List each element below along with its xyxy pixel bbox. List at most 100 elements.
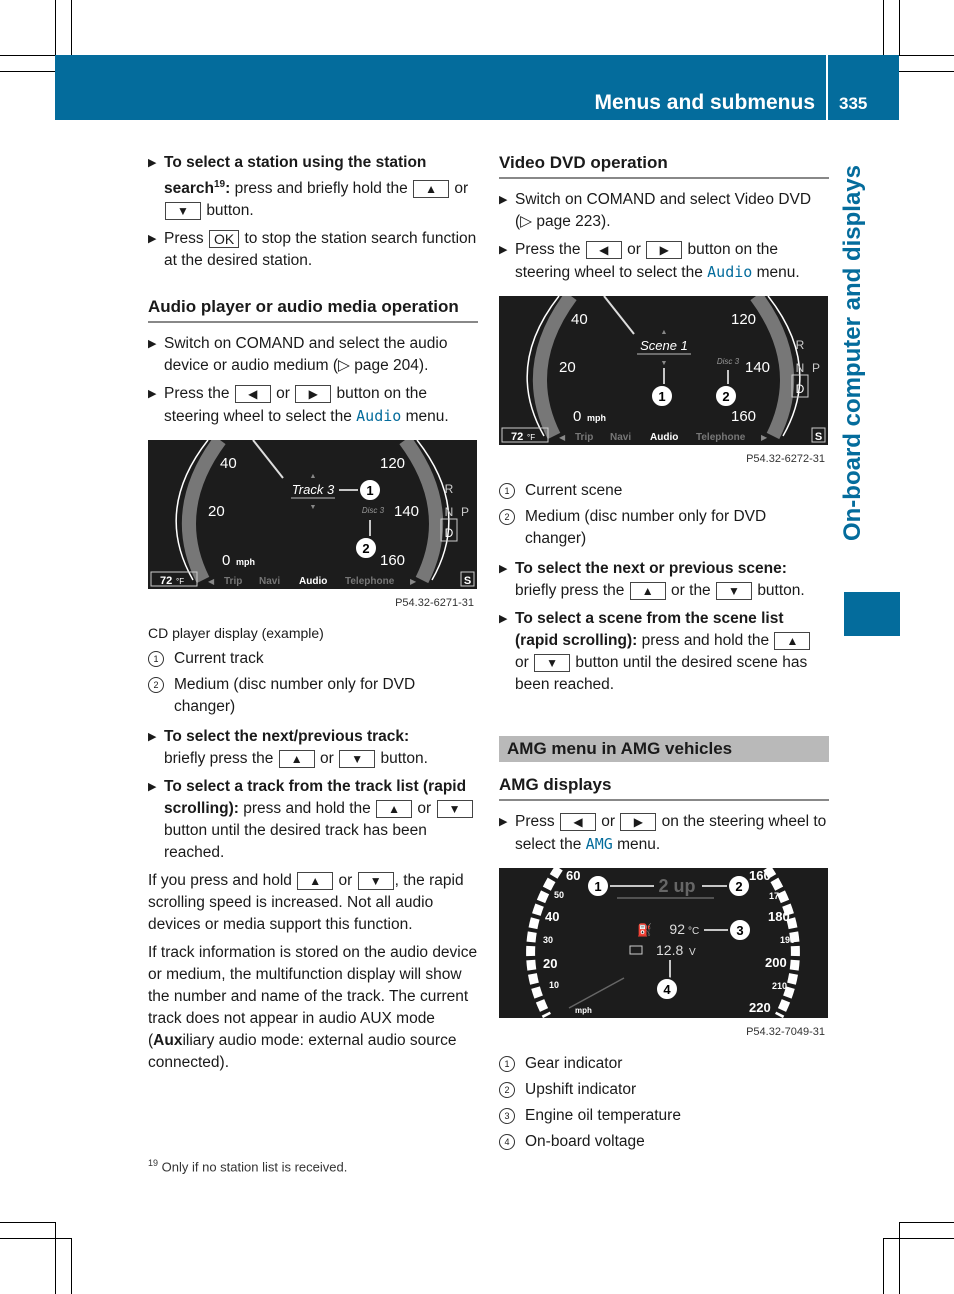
or-text: or	[320, 750, 334, 768]
oil-temp-icon: ⛽	[637, 923, 652, 937]
speed-unit: mph	[587, 413, 606, 423]
speed-label: 220	[749, 1000, 771, 1015]
cd-player-display-figure: 40 20 0 mph 120 140 160 ▲ Track 3 ▼ Disc…	[148, 435, 477, 590]
amg-cluster-display: 60 50 40 30 20 10 mph 160 170 180 190 20…	[499, 865, 828, 1019]
temp-unit: °F	[176, 577, 184, 586]
scene-name: Scene 1	[640, 338, 688, 353]
footnote-number: 19	[148, 1158, 159, 1168]
gear-r: R	[445, 482, 454, 496]
speed-label: 120	[380, 455, 405, 472]
svg-text:1: 1	[658, 389, 665, 404]
instruction-next-scene: ▶ To select the next or previous scene: …	[499, 558, 829, 602]
s-badge: S	[815, 431, 822, 443]
gear-r: R	[796, 338, 805, 352]
paragraph-rapid-scrolling: If you press and hold ▲ or ▼, the rapid …	[148, 870, 478, 936]
instruction-text: Press the	[515, 241, 581, 258]
bullet-arrow-icon: ▶	[499, 244, 508, 256]
legend-number: 3	[499, 1108, 515, 1124]
instruction-text: menu.	[405, 408, 449, 426]
instruction-text: briefly press the	[164, 750, 274, 768]
legend-text: Current scene	[525, 482, 623, 499]
svg-text:2: 2	[735, 879, 742, 894]
legend-text: Medium (disc number only for DVD changer…	[525, 508, 767, 547]
speed-label: 190	[780, 935, 795, 945]
instruction-text: press and hold the	[641, 632, 770, 649]
temp-unit: °F	[527, 433, 535, 442]
heading-amg-displays: AMG displays	[499, 774, 829, 801]
legend-item: 4 On-board voltage	[499, 1131, 829, 1153]
ok-key: OK	[208, 230, 240, 249]
menu-name: Audio	[707, 263, 753, 281]
menu-item-trip: Trip	[224, 576, 242, 587]
down-key: ▼	[534, 653, 571, 672]
menu-prev-icon: ◀	[559, 433, 566, 442]
svg-text:3: 3	[736, 923, 743, 938]
page-header: Menus and submenus 335	[55, 55, 899, 120]
disc-label: Disc 3	[717, 357, 740, 366]
cluster-display: 40 20 0 mph 120 140 160 ▲ Scene 1 ▼ Disc…	[499, 291, 828, 445]
menu-name: AMG	[585, 835, 613, 853]
crop-mark	[0, 1222, 55, 1223]
chapter-tab: On-board computer and displays	[838, 120, 868, 585]
right-key: ▶	[295, 385, 332, 404]
instruction-track-list: ▶ To select a track from the track list …	[148, 776, 478, 864]
paragraph-text: iliary audio mode: external audio source…	[148, 1032, 457, 1072]
speed-label: 40	[220, 455, 237, 472]
instruction-switch-on-audio: ▶ Switch on COMAND and select the audio …	[148, 333, 478, 377]
right-key: ▶	[646, 240, 683, 259]
or-text: or	[627, 241, 641, 258]
speed-unit: mph	[575, 1006, 592, 1015]
speed-label: 40	[571, 311, 588, 328]
or-text: or	[338, 872, 353, 890]
legend-text: Gear indicator	[525, 1055, 623, 1072]
speed-label: 170	[769, 891, 784, 901]
svg-text:1: 1	[366, 483, 373, 498]
speed-label: 120	[731, 311, 756, 328]
gear-n: N	[796, 361, 805, 375]
bullet-arrow-icon: ▶	[499, 613, 508, 625]
gear-n: N	[445, 505, 454, 519]
legend-text: Current track	[174, 650, 264, 668]
down-key: ▼	[339, 750, 376, 769]
header-divider	[826, 55, 828, 120]
instruction-text: press and hold the	[243, 800, 371, 818]
crop-mark	[883, 1238, 954, 1239]
section-title: Menus and submenus	[594, 91, 815, 114]
bullet-arrow-icon: ▶	[499, 563, 508, 575]
legend-text: Engine oil temperature	[525, 1107, 681, 1124]
legend-number: 2	[499, 1082, 515, 1098]
instruction-text: press and briefly hold the	[234, 180, 408, 198]
or-text: or	[417, 800, 432, 818]
voltage-value: 12.8	[656, 942, 683, 958]
heading-audio-player: Audio player or audio media operation	[148, 296, 478, 324]
crop-mark	[899, 55, 954, 56]
up-key: ▲	[297, 872, 334, 891]
instruction-select-audio-menu: ▶ Press the ◀ or ▶ button on the steerin…	[148, 383, 478, 428]
crop-mark	[899, 1222, 900, 1294]
instruction-text: Switch on COMAND and select the audio de…	[164, 335, 448, 375]
legend-item: 1 Current scene	[499, 480, 829, 502]
svg-text:1: 1	[594, 879, 601, 894]
legend-item: 2 Medium (disc number only for DVD chang…	[499, 506, 829, 550]
menu-prev-icon: ◀	[208, 577, 215, 586]
instruction-scene-list: ▶ To select a scene from the scene list …	[499, 608, 829, 696]
svg-text:4: 4	[663, 982, 671, 997]
crop-mark	[883, 1238, 884, 1294]
instruction-title: To select the next/previous track:	[164, 728, 410, 746]
or-text: or	[454, 180, 469, 198]
instruction-text: button.	[380, 750, 428, 768]
bold-text: Aux	[153, 1032, 183, 1050]
gear-p: P	[812, 361, 820, 375]
paragraph-track-info: If track information is stored on the au…	[148, 942, 478, 1074]
bullet-arrow-icon: ▶	[148, 338, 157, 351]
speed-label: 30	[543, 935, 553, 945]
instruction-press-ok: ▶ Press OK to stop the station search fu…	[148, 228, 478, 272]
or-text: or	[601, 813, 616, 830]
instruction-select-audio-menu: ▶ Press the ◀ or ▶ button on the steerin…	[499, 239, 829, 284]
left-column: ▶ To select a station using the station …	[148, 152, 478, 1080]
left-key: ◀	[585, 240, 622, 259]
bullet-arrow-icon: ▶	[148, 233, 157, 246]
crop-mark	[0, 1238, 71, 1239]
speed-label: 20	[559, 359, 576, 376]
legend-item: 1 Gear indicator	[499, 1053, 829, 1075]
